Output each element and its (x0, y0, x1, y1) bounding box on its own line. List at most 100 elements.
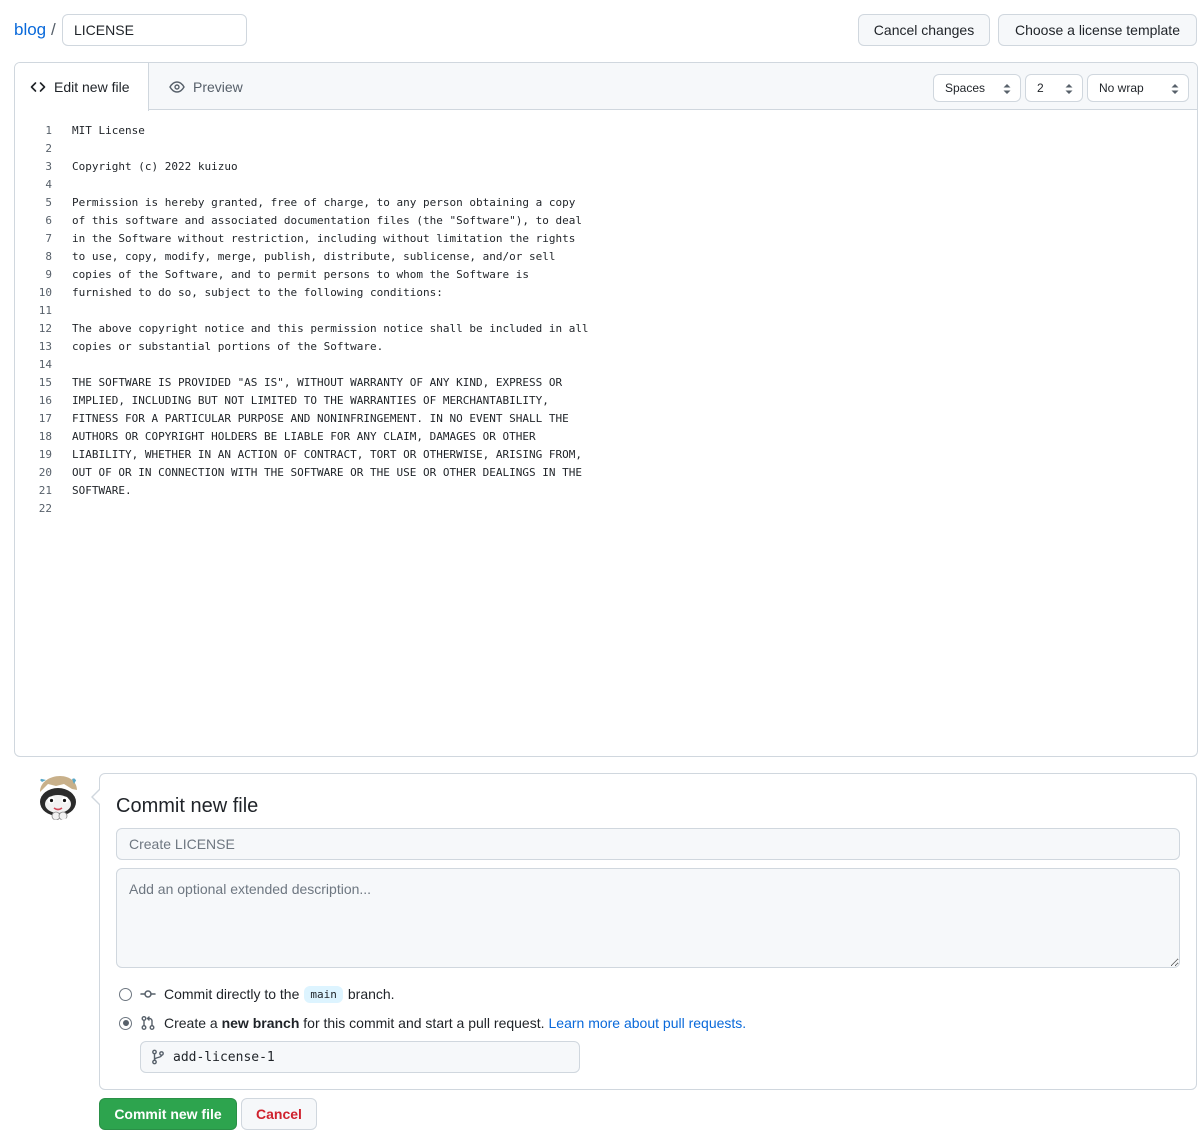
line-text (52, 302, 72, 320)
line-number: 11 (38, 304, 52, 317)
code-line: 19 LIABILITY, WHETHER IN AN ACTION OF CON… (15, 446, 1197, 464)
line-number: 1 (45, 124, 52, 137)
code-line: 12 The above copyright notice and this pe… (15, 320, 1197, 338)
line-number: 14 (38, 358, 52, 371)
breadcrumb-separator: / (51, 20, 56, 39)
select-caret-icon (1171, 84, 1179, 94)
code-line: 11 (15, 302, 1197, 320)
line-number: 12 (38, 322, 52, 335)
git-pull-request-icon (141, 1016, 155, 1030)
code-line: 14 (15, 356, 1197, 374)
code-line: 10 furnished to do so, subject to the fol… (15, 284, 1197, 302)
git-branch-icon (152, 1049, 164, 1065)
line-number: 19 (38, 448, 52, 461)
commit-form-title: Commit new file (116, 795, 259, 817)
commit-form-pointer-fill (92, 789, 101, 805)
cancel-changes-button[interactable]: Cancel changes (858, 14, 990, 46)
code-area[interactable]: 1 MIT License 2 3 Copyright (c) 2022 kuizuo 4… (15, 122, 1197, 518)
line-text: FITNESS FOR A PARTICULAR PURPOSE AND NON… (72, 412, 569, 425)
commit-directly-radio[interactable] (119, 987, 132, 1001)
learn-more-pull-requests-link[interactable]: Learn more about pull requests. (549, 1015, 747, 1031)
line-text: MIT License (72, 124, 145, 137)
line-number: 3 (45, 160, 52, 173)
code-line: 5 Permission is hereby granted, free of c… (15, 194, 1197, 212)
code-line: 4 (15, 176, 1197, 194)
line-number: 6 (45, 214, 52, 227)
line-text: THE SOFTWARE IS PROVIDED "AS IS", WITHOU… (72, 376, 563, 389)
filename-input[interactable] (62, 14, 247, 46)
code-line: 1 MIT License (15, 122, 1197, 140)
code-line: 21 SOFTWARE. (15, 482, 1197, 500)
branch-name-input[interactable] (168, 1046, 568, 1068)
file-editor: Edit new file Preview Spaces 2 No wrap 1… (14, 62, 1198, 757)
line-text: OUT OF OR IN CONNECTION WITH THE SOFTWAR… (72, 466, 582, 479)
cancel-button[interactable]: Cancel (241, 1098, 317, 1130)
new-branch-text-bold: new branch (221, 1015, 300, 1031)
line-text (52, 176, 72, 194)
line-text: SOFTWARE. (72, 484, 132, 497)
git-commit-icon (140, 990, 156, 998)
line-number: 13 (38, 340, 52, 353)
line-number: 18 (38, 430, 52, 443)
line-text: in the Software without restriction, inc… (72, 232, 576, 245)
eye-icon (169, 81, 185, 93)
indent-mode-select[interactable]: Spaces (933, 74, 1021, 102)
line-number: 21 (38, 484, 52, 497)
line-text (52, 356, 72, 374)
line-number: 22 (38, 502, 52, 515)
code-line: 17 FITNESS FOR A PARTICULAR PURPOSE AND N… (15, 410, 1197, 428)
code-line: 13 copies or substantial portions of the … (15, 338, 1197, 356)
indent-size-value: 2 (1037, 81, 1044, 95)
commit-directly-option[interactable]: Commit directly to the main branch. (119, 984, 395, 1004)
line-number: 4 (45, 178, 52, 191)
code-icon (30, 82, 46, 92)
breadcrumb-repo-link[interactable]: blog (14, 20, 46, 40)
base-branch-badge: main (304, 985, 343, 1003)
new-branch-text-before: Create a (164, 1015, 218, 1031)
create-new-branch-radio[interactable] (119, 1016, 132, 1030)
line-number: 8 (45, 250, 52, 263)
commit-summary-input[interactable] (116, 828, 1180, 860)
indent-size-select[interactable]: 2 (1025, 74, 1083, 102)
line-text: of this software and associated document… (72, 214, 582, 227)
code-line: 9 copies of the Software, and to permit p… (15, 266, 1197, 284)
code-line: 7 in the Software without restriction, in… (15, 230, 1197, 248)
tab-edit-label: Edit new file (54, 79, 130, 95)
new-branch-text-after: for this commit and start a pull request… (303, 1015, 545, 1031)
tab-preview-label: Preview (193, 79, 243, 95)
commit-new-file-button[interactable]: Commit new file (99, 1098, 237, 1130)
code-line: 15 THE SOFTWARE IS PROVIDED "AS IS", WITH… (15, 374, 1197, 392)
line-text: Permission is hereby granted, free of ch… (72, 196, 576, 209)
select-caret-icon (1065, 84, 1073, 94)
code-line: 8 to use, copy, modify, merge, publish, d… (15, 248, 1197, 266)
choose-license-template-button[interactable]: Choose a license template (998, 14, 1197, 46)
line-number: 5 (45, 196, 52, 209)
line-text: furnished to do so, subject to the follo… (72, 286, 443, 299)
code-line: 3 Copyright (c) 2022 kuizuo (15, 158, 1197, 176)
line-text: LIABILITY, WHETHER IN AN ACTION OF CONTR… (72, 448, 582, 461)
code-line: 20 OUT OF OR IN CONNECTION WITH THE SOFTW… (15, 464, 1197, 482)
tab-preview[interactable]: Preview (169, 63, 279, 111)
indent-mode-value: Spaces (945, 81, 986, 95)
line-number: 20 (38, 466, 52, 479)
line-number: 16 (38, 394, 52, 407)
code-line: 16 IMPLIED, INCLUDING BUT NOT LIMITED TO … (15, 392, 1197, 410)
line-text: IMPLIED, INCLUDING BUT NOT LIMITED TO TH… (72, 394, 549, 407)
line-number: 9 (45, 268, 52, 281)
code-line: 22 (15, 500, 1197, 518)
code-line: 6 of this software and associated documen… (15, 212, 1197, 230)
line-text: copies of the Software, and to permit pe… (72, 268, 529, 281)
line-number: 7 (45, 232, 52, 245)
code-line: 18 AUTHORS OR COPYRIGHT HOLDERS BE LIABLE… (15, 428, 1197, 446)
select-caret-icon (1003, 84, 1011, 94)
line-wrap-select[interactable]: No wrap (1087, 74, 1189, 102)
tab-edit-new-file[interactable]: Edit new file (15, 63, 149, 111)
commit-directly-text: Commit directly to the (164, 986, 300, 1002)
line-text (52, 500, 72, 518)
commit-description-input[interactable] (116, 868, 1180, 968)
line-number: 15 (38, 376, 52, 389)
create-new-branch-option[interactable]: Create a new branch for this commit and … (119, 1013, 746, 1033)
line-text: The above copyright notice and this perm… (72, 322, 589, 335)
code-line: 2 (15, 140, 1197, 158)
commit-directly-suffix: branch. (347, 986, 395, 1002)
